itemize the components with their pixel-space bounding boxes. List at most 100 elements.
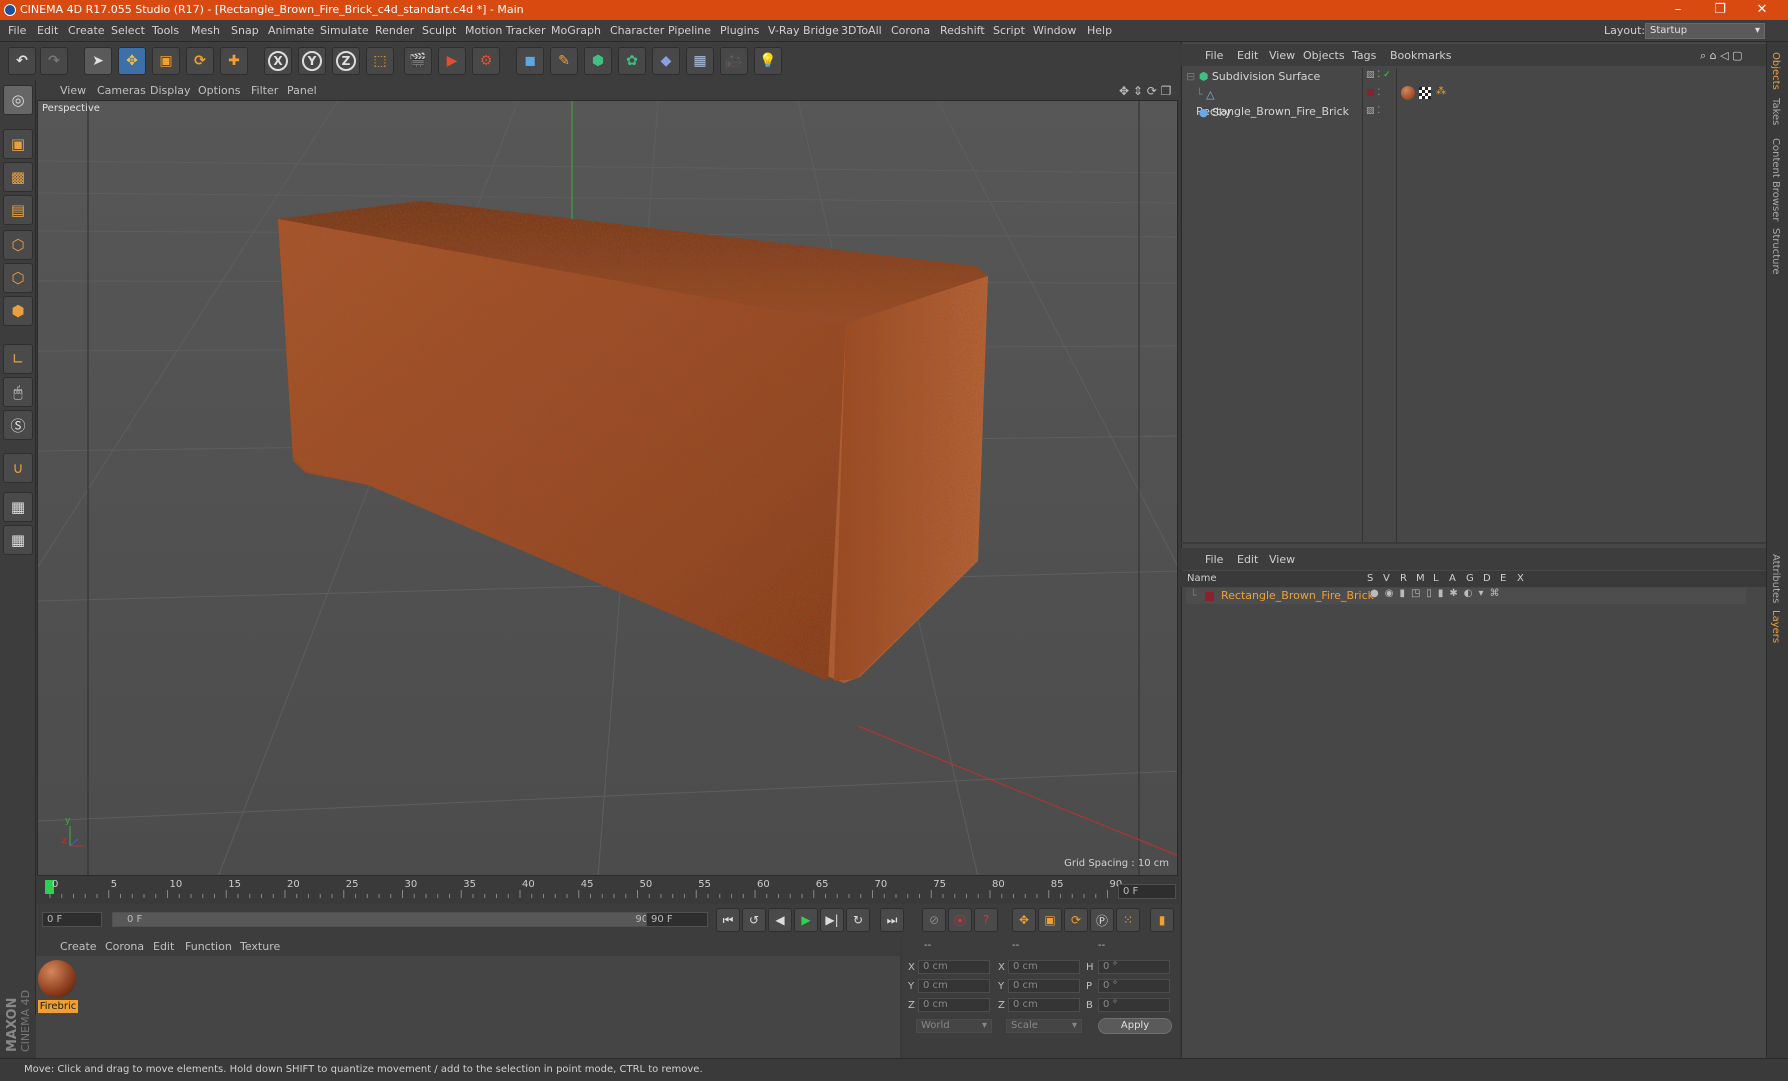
menu-help[interactable]: Help [1087,24,1112,37]
position-x-field[interactable]: 0 cm [918,960,990,974]
menu-mesh[interactable]: Mesh [191,24,220,37]
y-axis-lock-icon[interactable]: Y [298,47,326,75]
material-menu-function[interactable]: Function [185,940,232,953]
tab-objects[interactable]: Objects [1770,52,1781,90]
size-z-field[interactable]: 0 cm [1008,998,1080,1012]
polygons-mode-icon[interactable]: ⬢ [3,296,33,326]
render-picture-viewer-icon[interactable]: ▶ [438,47,466,75]
z-axis-lock-icon[interactable]: Z [332,47,360,75]
axis-mode-icon[interactable]: ∟ [3,344,33,374]
previous-key-icon[interactable]: ↺ [742,908,766,932]
tab-attributes[interactable]: Attributes [1770,554,1781,603]
menu-select[interactable]: Select [111,24,145,37]
tweak-mode-icon[interactable]: 🖱 [3,377,33,407]
layer-color-swatch[interactable] [1205,592,1214,601]
menu-script[interactable]: Script [993,24,1025,37]
timeline-window-icon[interactable]: ▮ [1150,908,1174,932]
start-frame-field[interactable]: 0 F [42,912,102,927]
menu-file[interactable]: File [8,24,26,37]
menu-simulate[interactable]: Simulate [320,24,369,37]
frame-range-slider[interactable]: 0 F 90 F [112,912,672,927]
rotation-p-field[interactable]: 0 ° [1098,979,1170,993]
current-frame-field[interactable]: 0 F [1118,884,1176,899]
object-row-subdivision[interactable]: ⊟ ⬢ Subdivision Surface [1186,68,1361,85]
camera-icon[interactable]: 🎥 [720,47,748,75]
visibility-toggles-row1[interactable]: ▨ ⁚ ✓ [1366,70,1391,80]
menu-3dtoall[interactable]: 3DToAll [841,24,882,37]
next-key-icon[interactable]: ↻ [846,908,870,932]
apply-button[interactable]: Apply [1098,1018,1172,1034]
go-to-start-icon[interactable]: ⏮ [716,908,740,932]
light-icon[interactable]: 💡 [754,47,782,75]
obj-menu-view[interactable]: View [1269,49,1295,62]
snap-icon[interactable]: Ⓢ [3,410,33,440]
move-tool-icon[interactable]: ✥ [118,47,146,75]
deformer-icon[interactable]: ◆ [652,47,680,75]
menu-tools[interactable]: Tools [152,24,179,37]
obj-menu-bookmarks[interactable]: Bookmarks [1390,49,1451,62]
viewport-menu-view[interactable]: View [60,84,86,97]
key-scale-icon[interactable]: ▣ [1038,908,1062,932]
object-row-sky[interactable]: ⊟ ● Sky [1186,104,1361,121]
points-mode-icon[interactable]: ⬡ [3,230,33,260]
timeline[interactable]: 0 5 10 15 20 25 30 35 40 45 50 55 60 65 70 75 80 85 90 [36,878,1179,902]
key-pla-icon[interactable]: ⁙ [1116,908,1140,932]
obj-menu-tags[interactable]: Tags [1352,49,1376,62]
layer-toggle-icons[interactable]: ●◉▮◳▯▮✱◐▾⌘ [1370,588,1506,599]
tab-layers[interactable]: Layers [1770,610,1781,643]
menu-character[interactable]: Character [610,24,664,37]
menu-plugins[interactable]: Plugins [720,24,759,37]
planar-workplane-icon[interactable]: ▦ [3,525,33,555]
menu-mograph[interactable]: MoGraph [551,24,601,37]
previous-frame-icon[interactable]: ◀ [768,908,792,932]
menu-snap[interactable]: Snap [231,24,259,37]
size-y-field[interactable]: 0 cm [1008,979,1080,993]
tab-takes[interactable]: Takes [1770,98,1781,125]
cube-object-icon[interactable]: ◼ [516,47,544,75]
position-y-field[interactable]: 0 cm [918,979,990,993]
obj-menu-file[interactable]: File [1205,49,1223,62]
subdivision-surface-icon[interactable]: ⬢ [584,47,612,75]
end-frame-field[interactable]: 90 F [646,912,708,927]
x-axis-lock-icon[interactable]: X [264,47,292,75]
menu-create[interactable]: Create [68,24,105,37]
phong-tag-icon[interactable]: ⁂ [1436,86,1446,97]
make-editable-icon[interactable]: ◎ [3,85,33,115]
menu-render[interactable]: Render [375,24,414,37]
menu-sculpt[interactable]: Sculpt [422,24,456,37]
workplane-mode-icon[interactable]: ▤ [3,195,33,225]
obj-menu-edit[interactable]: Edit [1237,49,1258,62]
layer-row[interactable]: └ Rectangle_Brown_Fire_Brick ●◉▮◳▯▮✱◐▾⌘ [1186,588,1746,604]
viewport-menu-panel[interactable]: Panel [287,84,317,97]
position-z-field[interactable]: 0 cm [918,998,990,1012]
obj-menu-objects[interactable]: Objects [1303,49,1345,62]
rotation-b-field[interactable]: 0 ° [1098,998,1170,1012]
viewport-menu-display[interactable]: Display [150,84,191,97]
tab-structure[interactable]: Structure [1770,228,1781,275]
minimize-button[interactable]: – [1657,0,1699,20]
layer-menu-file[interactable]: File [1205,553,1223,566]
render-settings-icon[interactable]: ⚙ [472,47,500,75]
play-icon[interactable]: ▶ [794,908,818,932]
material-tag-icon[interactable] [1401,86,1415,100]
menu-motion-tracker[interactable]: Motion Tracker [465,24,545,37]
layout-dropdown[interactable]: Startup ▾ [1645,23,1765,39]
layer-menu-edit[interactable]: Edit [1237,553,1258,566]
cloner-icon[interactable]: ✿ [618,47,646,75]
rotate-tool-icon[interactable]: ⟳ [186,47,214,75]
object-row-brick[interactable]: └ △ Rectangle_Brown_Fire_Brick [1196,86,1371,118]
pen-spline-icon[interactable]: ✎ [550,47,578,75]
render-view-icon[interactable]: 🎬 [404,47,432,75]
redo-icon[interactable]: ↷ [40,47,68,75]
viewport-menu-cameras[interactable]: Cameras [97,84,146,97]
viewport[interactable]: y z Perspective Grid Spacing : 10 cm [37,100,1178,876]
viewport-menu-filter[interactable]: Filter [251,84,278,97]
menu-redshift[interactable]: Redshift [940,24,985,37]
key-position-icon[interactable]: ✥ [1012,908,1036,932]
model-mode-icon[interactable]: ▣ [3,129,33,159]
size-x-field[interactable]: 0 cm [1008,960,1080,974]
viewport-nav-icons[interactable]: ✥ ⇕ ⟳ ❐ [1119,84,1171,98]
go-to-end-icon[interactable]: ⏭ [880,908,904,932]
scale-dropdown[interactable]: Scale ▾ [1006,1019,1082,1033]
tab-content-browser[interactable]: Content Browser [1770,138,1781,221]
